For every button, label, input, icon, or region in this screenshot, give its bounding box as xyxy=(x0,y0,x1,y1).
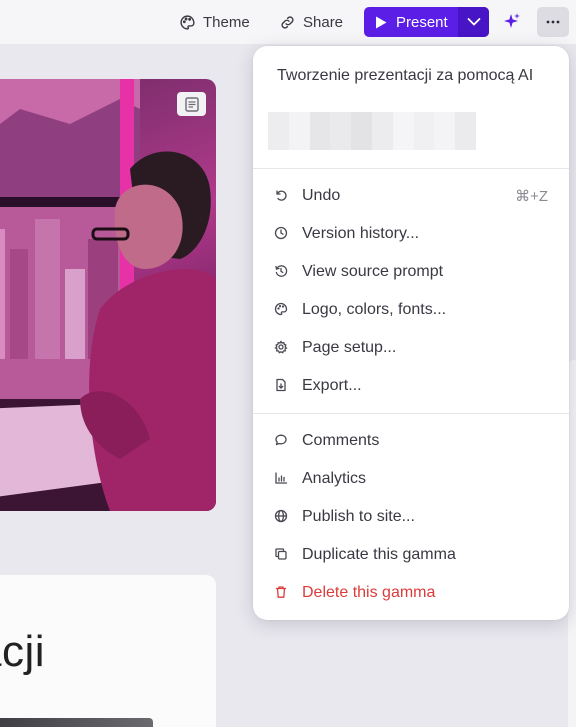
trash-icon xyxy=(274,585,290,601)
menu-item-view-source-prompt[interactable]: View source prompt xyxy=(253,253,569,291)
gear-icon xyxy=(274,340,290,356)
menu-divider xyxy=(253,168,569,169)
menu-item-label: Comments xyxy=(302,432,380,449)
copy-icon xyxy=(274,547,290,563)
globe-icon xyxy=(274,509,290,525)
speaker-notes-icon[interactable] xyxy=(177,92,206,116)
share-button[interactable]: Share xyxy=(279,8,343,36)
history-icon xyxy=(274,264,290,280)
comment-icon xyxy=(274,433,290,449)
present-button[interactable]: Present xyxy=(364,7,458,37)
analytics-icon xyxy=(274,471,290,487)
undo-shortcut: ⌘+Z xyxy=(515,188,548,205)
redacted-placeholder xyxy=(268,112,476,150)
menu-item-version-history[interactable]: Version history... xyxy=(253,215,569,253)
ai-sparkle-icon[interactable] xyxy=(503,12,521,30)
export-file-icon xyxy=(274,378,290,394)
menu-divider xyxy=(253,413,569,414)
slide-card[interactable]: acji xyxy=(0,575,216,727)
palette-icon xyxy=(180,14,195,30)
menu-item-logo-colors-fonts[interactable]: Logo, colors, fonts... xyxy=(253,291,569,329)
theme-button[interactable]: Theme xyxy=(179,8,250,36)
share-label: Share xyxy=(303,13,344,31)
side-panel-edge xyxy=(568,360,576,727)
present-options-button[interactable] xyxy=(458,7,489,37)
menu-item-label: Duplicate this gamma xyxy=(302,546,456,563)
palette-icon xyxy=(274,302,290,318)
menu-item-undo[interactable]: Undo ⌘+Z xyxy=(253,177,569,215)
illustration xyxy=(0,79,216,511)
menu-item-export[interactable]: Export... xyxy=(253,367,569,405)
menu-item-comments[interactable]: Comments xyxy=(253,422,569,460)
menu-item-delete[interactable]: Delete this gamma xyxy=(253,574,569,612)
undo-icon xyxy=(274,188,290,204)
menu-item-label: Page setup... xyxy=(302,339,397,356)
present-label: Present xyxy=(396,13,448,31)
menu-item-label: Delete this gamma xyxy=(302,584,436,601)
menu-item-label: Version history... xyxy=(302,225,420,242)
menu-item-label: Publish to site... xyxy=(302,508,415,525)
chevron-down-icon xyxy=(467,18,480,26)
menu-item-label: View source prompt xyxy=(302,263,444,280)
theme-label: Theme xyxy=(203,13,250,31)
menu-item-duplicate[interactable]: Duplicate this gamma xyxy=(253,536,569,574)
menu-item-label: Export... xyxy=(302,377,362,394)
slide-image[interactable] xyxy=(0,79,216,511)
clock-icon xyxy=(274,226,290,242)
more-options-menu: Tworzenie prezentacji za pomocą AI Undo … xyxy=(253,46,569,620)
top-toolbar: Theme Share Present xyxy=(0,0,576,44)
more-options-button[interactable] xyxy=(537,7,569,37)
slide-thumbnail-image xyxy=(0,718,153,727)
present-button-group: Present xyxy=(364,7,489,37)
menu-item-analytics[interactable]: Analytics xyxy=(253,460,569,498)
menu-item-label: Analytics xyxy=(302,470,367,487)
menu-item-label: Logo, colors, fonts... xyxy=(302,301,447,318)
menu-doc-title: Tworzenie prezentacji za pomocą AI xyxy=(277,67,534,84)
menu-item-publish-to-site[interactable]: Publish to site... xyxy=(253,498,569,536)
slide-heading-fragment: acji xyxy=(0,627,46,676)
ellipsis-icon xyxy=(546,20,560,24)
menu-item-page-setup[interactable]: Page setup... xyxy=(253,329,569,367)
play-icon xyxy=(376,16,387,28)
menu-item-label: Undo xyxy=(302,187,341,204)
link-icon xyxy=(281,15,294,29)
